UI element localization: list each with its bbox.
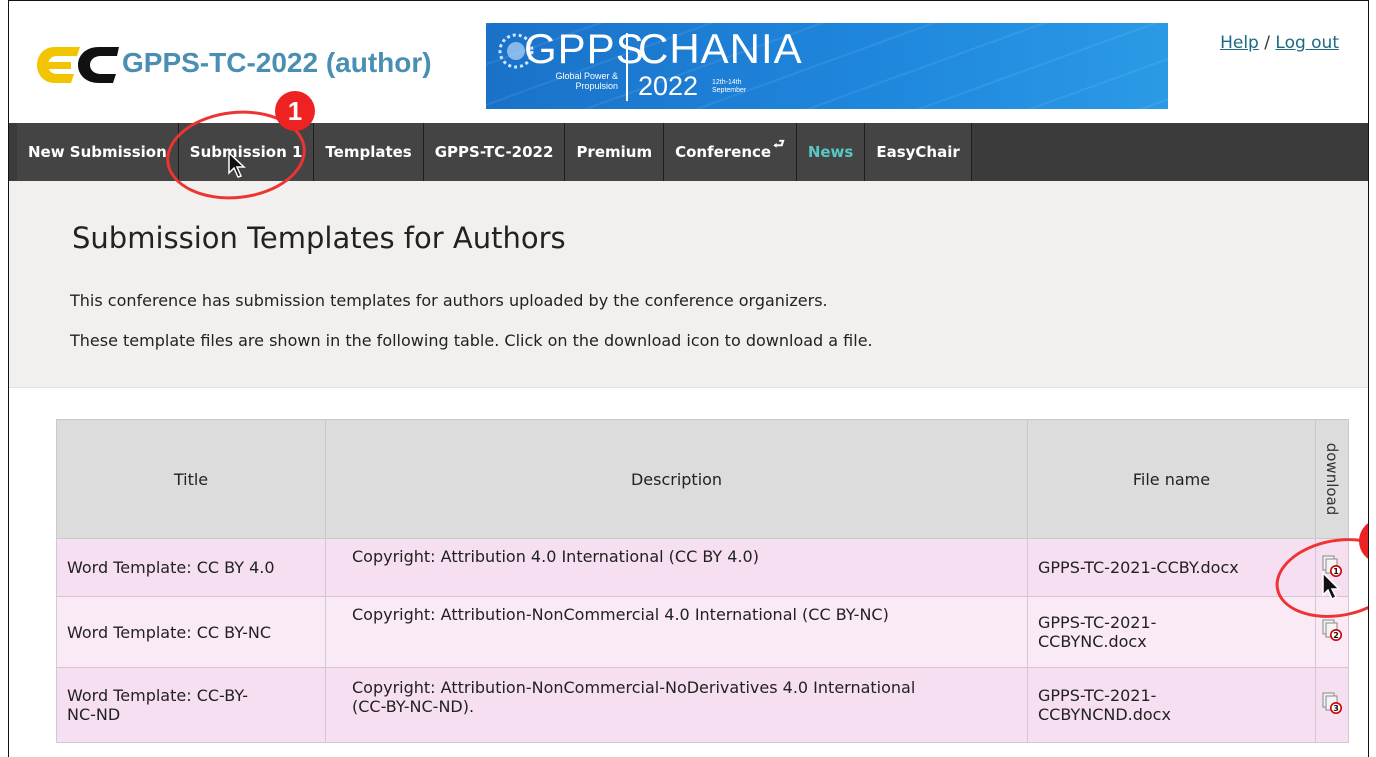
row-title: Word Template: CC BY-NC (56, 596, 326, 668)
download-file-icon[interactable]: 2 (1322, 619, 1342, 641)
easychair-logo[interactable] (33, 43, 119, 87)
row-file-name: GPPS-TC-2021- CCBYNC.docx (1027, 596, 1316, 668)
row-title: Word Template: CC BY 4.0 (56, 538, 326, 597)
conference-banner: GPPS Global Power & Propulsion CHANIA 20… (486, 23, 1168, 109)
table-row: Word Template: CC-BY- NC-ND Copyright: A… (56, 667, 1349, 743)
download-file-icon[interactable]: 3 (1322, 692, 1342, 714)
col-header-description: Description (325, 419, 1028, 539)
logout-link[interactable]: Log out (1275, 33, 1339, 53)
download-cell[interactable]: 3 (1315, 667, 1349, 743)
mouse-cursor-icon (1322, 571, 1341, 601)
nav-easychair[interactable]: EasyChair (865, 123, 972, 181)
nav-conference-label: Conference (675, 143, 772, 161)
row-file-name: GPPS-TC-2021-CCBY.docx (1027, 538, 1316, 597)
nav-gpps-tc-2022[interactable]: GPPS-TC-2022 (423, 123, 566, 181)
row-description: Copyright: Attribution 4.0 International… (325, 538, 1028, 597)
nav-premium[interactable]: Premium (565, 123, 665, 181)
table-row: Word Template: CC BY-NC Copyright: Attri… (56, 596, 1349, 668)
banner-date: 12th-14th September (712, 79, 747, 94)
svg-text:2: 2 (1333, 631, 1339, 640)
banner-city: CHANIA (638, 25, 803, 72)
intro-paragraph-2: These template files are shown in the fo… (70, 331, 873, 350)
col-header-file-name: File name (1027, 419, 1316, 539)
templates-table: Title Description File name download Wor… (56, 419, 1349, 743)
nav-conference[interactable]: Conference ⮐ (664, 123, 797, 181)
intro-paragraph-1: This conference has submission templates… (70, 291, 828, 310)
col-header-title: Title (56, 419, 326, 539)
annotation-step-badge: 1 (275, 91, 315, 131)
svg-text:3: 3 (1333, 704, 1339, 713)
nav-templates[interactable]: Templates (314, 123, 424, 181)
row-description: Copyright: Attribution-NonCommercial 4.0… (325, 596, 1028, 668)
return-arrow-icon: ⮐ (773, 137, 785, 152)
row-description: Copyright: Attribution-NonCommercial-NoD… (325, 667, 1028, 743)
app-title: GPPS-TC-2022 (author) (122, 47, 432, 78)
row-file-name: GPPS-TC-2021- CCBYNCND.docx (1027, 667, 1316, 743)
browser-frame: GPPS-TC-2022 (author) GPPS Global Power … (8, 0, 1369, 757)
banner-tagline: Global Power & Propulsion (555, 71, 618, 91)
link-separator: / (1264, 33, 1270, 53)
help-link[interactable]: Help (1220, 33, 1259, 53)
row-title: Word Template: CC-BY- NC-ND (56, 667, 326, 743)
col-header-download: download (1315, 419, 1349, 539)
banner-year: 2022 (638, 71, 699, 101)
nav-news[interactable]: News (796, 123, 866, 181)
page-title: Submission Templates for Authors (72, 221, 566, 255)
header: GPPS-TC-2022 (author) GPPS Global Power … (9, 1, 1368, 123)
mouse-cursor-icon (228, 151, 246, 178)
intro-section: Submission Templates for Authors This co… (9, 181, 1368, 388)
table-row: Word Template: CC BY 4.0 Copyright: Attr… (56, 538, 1349, 597)
table-header-row: Title Description File name download (56, 419, 1349, 539)
top-links: Help / Log out (1220, 33, 1339, 53)
nav-new-submission[interactable]: New Submission (17, 123, 179, 181)
